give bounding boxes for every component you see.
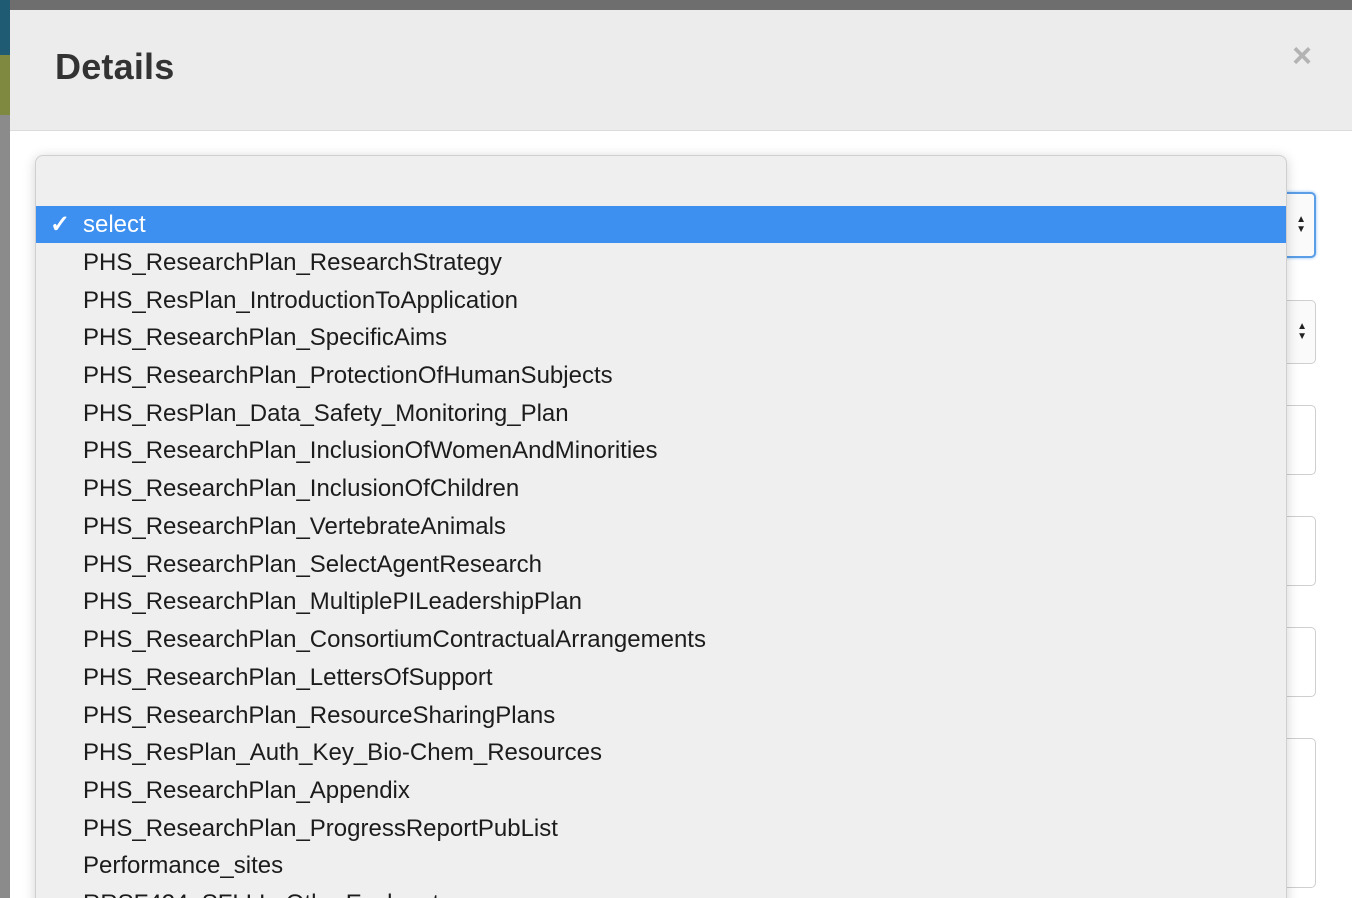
option-label: PHS_ResPlan_IntroductionToApplication: [83, 287, 518, 314]
option-label: PHS_ResearchPlan_VertebrateAnimals: [83, 513, 506, 540]
dropdown-option[interactable]: PHS_ResearchPlan_InclusionOfWomenAndMino…: [36, 432, 1286, 469]
select-arrows-icon: ▲ ▼: [1297, 321, 1307, 342]
dropdown-list: ✓ select PHS_ResearchPlan_ResearchStrate…: [35, 155, 1287, 898]
option-label: PHS_ResearchPlan_ProtectionOfHumanSubjec…: [83, 362, 613, 389]
modal-title: Details: [55, 46, 175, 87]
close-button[interactable]: ×: [1292, 36, 1312, 76]
dropdown-option[interactable]: PHS_ResearchPlan_ResearchStrategy: [36, 244, 1286, 281]
dropdown-option[interactable]: Performance_sites: [36, 847, 1286, 884]
option-label: PHS_ResearchPlan_InclusionOfWomenAndMino…: [83, 437, 658, 464]
background-banner: [0, 55, 10, 115]
dropdown-option[interactable]: PHS_ResearchPlan_SpecificAims: [36, 319, 1286, 356]
checkmark-icon: ✓: [50, 211, 71, 238]
dropdown-option[interactable]: PHS_ResearchPlan_VertebrateAnimals: [36, 508, 1286, 545]
dropdown-option[interactable]: PHS_ResearchPlan_ProtectionOfHumanSubjec…: [36, 357, 1286, 394]
option-label: PHS_ResearchPlan_ResearchStrategy: [83, 249, 502, 276]
option-label: PHS_ResearchPlan_ResourceSharingPlans: [83, 702, 556, 729]
dropdown-option[interactable]: PHS_ResPlan_Auth_Key_Bio-Chem_Resources: [36, 734, 1286, 771]
option-label: PHS_ResearchPlan_LettersOfSupport: [83, 664, 493, 691]
dropdown-option[interactable]: PHS_ResearchPlan_Appendix: [36, 772, 1286, 809]
dropdown-option[interactable]: RRSF424_SFLLL_OtherExplanatory: [36, 885, 1286, 898]
option-label: RRSF424_SFLLL_OtherExplanatory: [83, 890, 473, 898]
option-label: PHS_ResearchPlan_SpecificAims: [83, 324, 448, 351]
dropdown-option[interactable]: ✓ select: [36, 206, 1286, 243]
dropdown-option[interactable]: PHS_ResearchPlan_ProgressReportPubList: [36, 810, 1286, 847]
dropdown-option[interactable]: PHS_ResearchPlan_InclusionOfChildren: [36, 470, 1286, 507]
dropdown-option[interactable]: PHS_ResPlan_Data_Safety_Monitoring_Plan: [36, 395, 1286, 432]
option-label: PHS_ResPlan_Auth_Key_Bio-Chem_Resources: [83, 739, 602, 766]
option-label: select: [83, 211, 146, 238]
dropdown-option[interactable]: PHS_ResearchPlan_ResourceSharingPlans: [36, 697, 1286, 734]
option-label: PHS_ResearchPlan_SelectAgentResearch: [83, 551, 542, 578]
background-page: [0, 115, 10, 898]
dropdown-option[interactable]: PHS_ResearchPlan_LettersOfSupport: [36, 659, 1286, 696]
dropdown-option[interactable]: PHS_ResearchPlan_ConsortiumContractualAr…: [36, 621, 1286, 658]
dropdown-option[interactable]: PHS_ResearchPlan_MultiplePILeadershipPla…: [36, 583, 1286, 620]
option-label: PHS_ResearchPlan_ProgressReportPubList: [83, 815, 558, 842]
option-label: PHS_ResearchPlan_MultiplePILeadershipPla…: [83, 588, 582, 615]
option-label: PHS_ResearchPlan_ConsortiumContractualAr…: [83, 626, 706, 653]
option-label: PHS_ResPlan_Data_Safety_Monitoring_Plan: [83, 400, 569, 427]
modal-header: Details ×: [10, 10, 1352, 131]
background-header: [0, 0, 10, 55]
option-label: PHS_ResearchPlan_InclusionOfChildren: [83, 475, 520, 502]
select-arrows-icon: ▲ ▼: [1296, 214, 1306, 235]
dropdown-option[interactable]: PHS_ResearchPlan_SelectAgentResearch: [36, 546, 1286, 583]
option-label: PHS_ResearchPlan_Appendix: [83, 777, 410, 804]
option-label: Performance_sites: [83, 852, 284, 879]
dropdown-option[interactable]: PHS_ResPlan_IntroductionToApplication: [36, 282, 1286, 319]
